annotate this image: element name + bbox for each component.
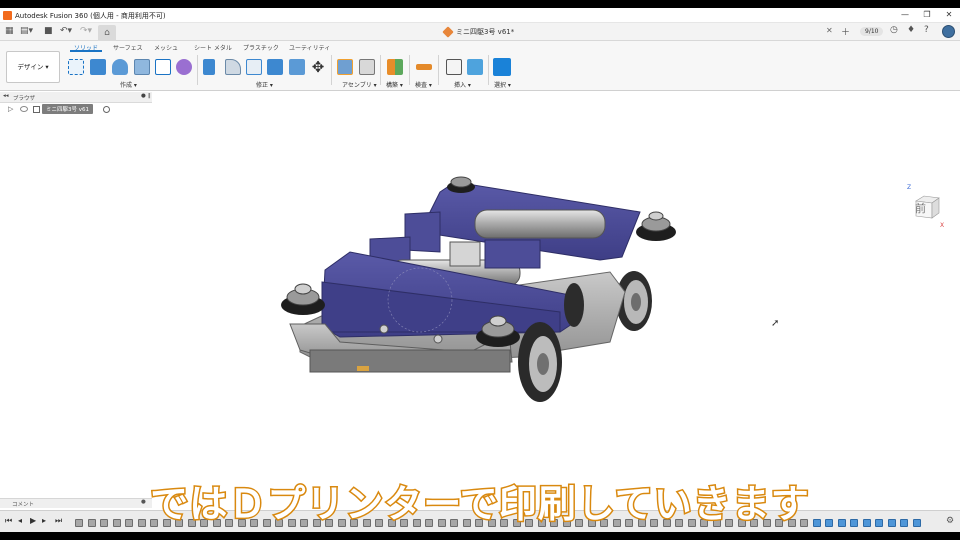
roller-front-left[interactable]	[281, 283, 325, 315]
ribbon-divider	[197, 55, 198, 85]
fillet-icon[interactable]	[225, 59, 241, 75]
ribbon-divider	[380, 55, 381, 85]
group-construct-label[interactable]: 構築 ▾	[386, 80, 403, 89]
ribbon-divider	[409, 55, 410, 85]
group-select-label[interactable]: 選択 ▾	[494, 80, 511, 89]
move-icon[interactable]: ✥	[310, 59, 326, 75]
app-title: Autodesk Fusion 360 (個人用 - 商用利用不可)	[15, 12, 166, 20]
tab-surface[interactable]: サーフェス	[113, 43, 143, 52]
form-icon[interactable]	[176, 59, 192, 75]
group-inspect-label[interactable]: 検査 ▾	[415, 80, 432, 89]
measure-icon[interactable]	[416, 64, 432, 70]
home-tab-icon[interactable]: ⌂	[98, 25, 116, 41]
jobs-status-badge[interactable]: 9/10	[860, 27, 884, 36]
mouse-cursor-icon: ➚	[771, 318, 780, 329]
group-modify-label[interactable]: 修正 ▾	[256, 80, 273, 89]
tab-bar: ▦ ▤▾ ■ ↶▾ ↷▾ ⌂ ミニ四駆3号 v61* ✕ ＋ 9/10 ◷ ♦ …	[0, 23, 960, 41]
joint-icon[interactable]	[359, 59, 375, 75]
group-insert-label[interactable]: 挿入 ▾	[454, 80, 471, 89]
group-assemble-label[interactable]: アセンブリ ▾	[342, 80, 377, 89]
select-icon[interactable]	[493, 58, 511, 76]
video-subtitle: ではＤプリンターで印刷していきます	[149, 481, 811, 528]
new-component-icon[interactable]	[337, 59, 353, 75]
new-tab-icon[interactable]: ＋	[841, 25, 850, 38]
restore-icon[interactable]: ❐	[920, 10, 934, 19]
tab-close-icon[interactable]: ✕	[826, 26, 833, 35]
offset-face-icon[interactable]	[289, 59, 305, 75]
ribbon-divider	[488, 55, 489, 85]
press-pull-icon[interactable]	[203, 59, 215, 75]
front-right-wheel[interactable]	[518, 322, 562, 402]
insert-canvas-icon[interactable]	[467, 59, 483, 75]
save-icon[interactable]: ■	[44, 26, 53, 36]
motor-roller[interactable]	[474, 209, 606, 239]
3d-viewport[interactable]: 前 Z X	[0, 92, 960, 492]
notification-icon[interactable]: ♦	[907, 25, 915, 35]
undo-icon[interactable]: ↶▾	[60, 26, 72, 36]
document-icon	[442, 26, 454, 38]
file-menu-icon[interactable]: ▤▾	[20, 26, 33, 36]
tab-sheet-metal[interactable]: シート メタル	[194, 43, 232, 52]
redo-icon[interactable]: ↷▾	[80, 26, 92, 36]
roller-rear-right[interactable]	[636, 211, 676, 241]
create-sketch-icon[interactable]	[68, 59, 84, 75]
fusion-logo-icon	[3, 11, 12, 20]
screw	[433, 334, 443, 344]
close-icon[interactable]: ✕	[942, 10, 956, 19]
active-tab-indicator	[70, 50, 102, 52]
minimize-icon[interactable]: —	[898, 10, 912, 19]
document-tab-title[interactable]: ミニ四駆3号 v61*	[456, 27, 514, 37]
gear-box[interactable]	[449, 241, 481, 267]
axis-x-label: X	[940, 222, 945, 229]
chassis-model[interactable]	[0, 92, 960, 492]
shell-icon[interactable]	[246, 59, 262, 75]
underbody	[309, 349, 511, 373]
ribbon-divider	[331, 55, 332, 85]
grid-menu-icon[interactable]: ▦	[5, 26, 14, 36]
screw	[379, 324, 389, 334]
view-cube-face-label[interactable]: 前	[915, 200, 926, 216]
insert-derive-icon[interactable]	[446, 59, 462, 75]
avatar[interactable]	[942, 25, 955, 38]
help-icon[interactable]: ?	[924, 25, 929, 35]
ribbon-divider	[438, 55, 439, 85]
tab-utility[interactable]: ユーティリティ	[289, 43, 330, 52]
rear-left-wheel[interactable]	[564, 283, 584, 327]
clock-icon[interactable]: ◷	[890, 25, 898, 35]
tab-mesh[interactable]: メッシュ	[154, 43, 178, 52]
app-window: Autodesk Fusion 360 (個人用 - 商用利用不可) — ❐ ✕…	[0, 8, 960, 532]
group-create-label[interactable]: 作成 ▾	[120, 80, 137, 89]
workspace-switcher-button[interactable]: デザイン ▾	[6, 51, 60, 83]
hole-icon[interactable]	[134, 59, 150, 75]
bearing-part	[357, 366, 369, 371]
title-bar: Autodesk Fusion 360 (個人用 - 商用利用不可) — ❐ ✕	[0, 8, 960, 23]
offset-plane-icon[interactable]	[387, 59, 403, 75]
center-block[interactable]	[484, 239, 541, 269]
roller-rear-left[interactable]	[447, 176, 475, 193]
tab-plastic[interactable]: プラスチック	[243, 43, 279, 52]
pattern-icon[interactable]	[155, 59, 171, 75]
axis-z-label: Z	[907, 184, 912, 191]
extrude-icon[interactable]	[90, 59, 106, 75]
combine-icon[interactable]	[267, 59, 283, 75]
ribbon-toolbar: デザイン ▾ ソリッド サーフェス メッシュ シート メタル プラスチック ユー…	[0, 41, 960, 91]
revolve-icon[interactable]	[112, 59, 128, 75]
